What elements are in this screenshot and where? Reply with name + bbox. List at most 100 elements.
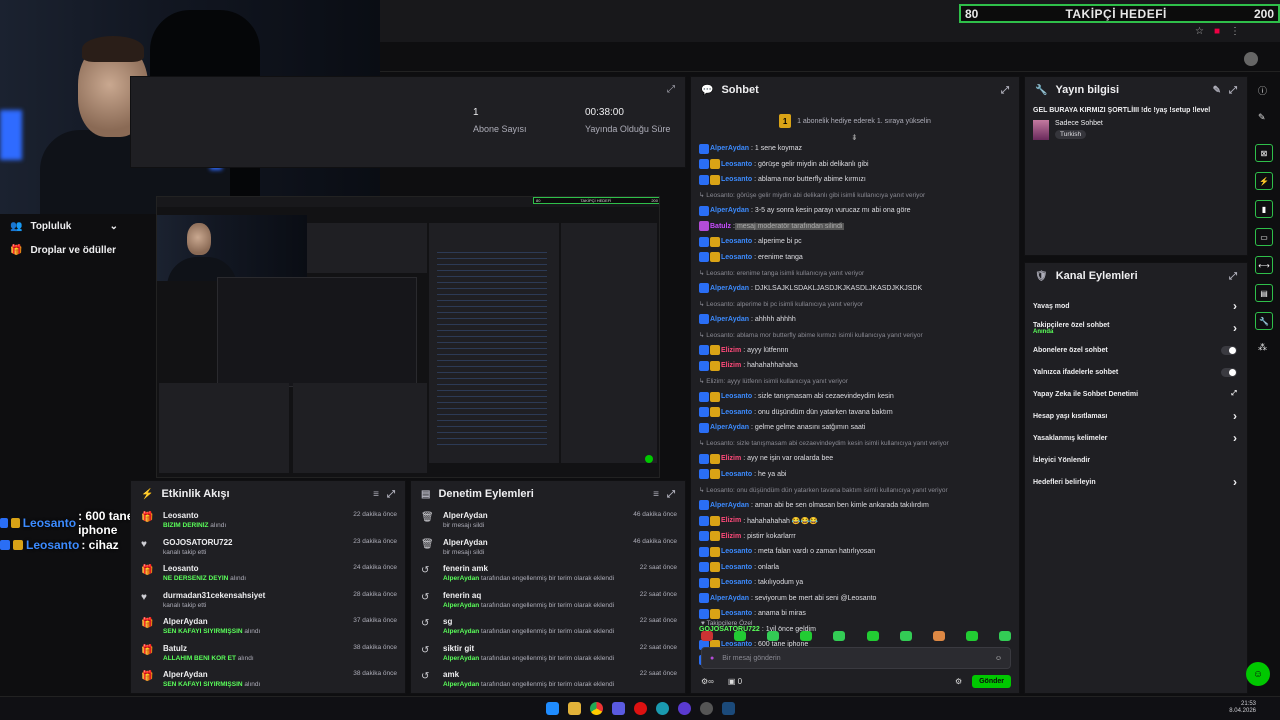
chat-username[interactable]: Leosanto: [721, 409, 752, 416]
emote-icon[interactable]: [965, 631, 978, 641]
chat-input[interactable]: ● Bir mesaj gönderin ☺: [701, 647, 1011, 669]
chat-message[interactable]: Elizim: hahahahahah 😂😂😂: [699, 513, 1013, 529]
channel-action-row[interactable]: Yavaş mod ›: [1025, 295, 1247, 317]
add-icon[interactable]: ⁂: [1258, 342, 1267, 353]
chat-username[interactable]: Elizim: [721, 347, 741, 354]
chevron-right-icon[interactable]: ›: [1233, 299, 1237, 313]
windows-start-icon[interactable]: [546, 702, 559, 715]
chat-message[interactable]: Leosanto: erenime tanga: [699, 250, 1013, 266]
rail-button-3[interactable]: ▮: [1255, 200, 1273, 218]
emote-icon[interactable]: [899, 631, 912, 641]
pinned-gift-banner[interactable]: 1 1 abonelik hediye ederek 1. sıraya yük…: [701, 109, 1009, 133]
emote-icon[interactable]: [932, 631, 945, 641]
toggle-switch[interactable]: [1221, 367, 1237, 377]
chat-username[interactable]: Leosanto: [721, 254, 752, 261]
chat-message[interactable]: AlperAydan: seviyorum be mert abi seni @…: [699, 591, 1013, 607]
chrome-icon[interactable]: [590, 702, 603, 715]
external-link-icon[interactable]: ⤢: [1231, 390, 1237, 398]
chat-message[interactable]: Leosanto: alperime bi pc: [699, 234, 1013, 250]
edge-icon[interactable]: [656, 702, 669, 715]
chat-message[interactable]: Leosanto: he ya abi: [699, 467, 1013, 483]
chat-message[interactable]: Leosanto: meta falan vardı o zaman hatır…: [699, 544, 1013, 560]
chat-settings-icon[interactable]: ⚙∞: [701, 677, 714, 686]
star-icon[interactable]: ☆: [1195, 26, 1204, 37]
chat-message[interactable]: Elizim: ayyy lütfennn: [699, 343, 1013, 359]
mod-row[interactable]: 🗑 AlperAydan bir mesajı sildi 46 dakika önc…: [411, 507, 685, 534]
chevron-right-icon[interactable]: ›: [1233, 409, 1237, 423]
channel-action-row[interactable]: Abonelere özel sohbet: [1025, 339, 1247, 361]
chat-username[interactable]: Elizim: [721, 517, 741, 524]
mod-row[interactable]: ↺ fenerin amk AlperAydan tarafından engell…: [411, 560, 685, 587]
chat-username[interactable]: AlperAydan: [710, 502, 749, 509]
chat-message[interactable]: AlperAydan: aman abi be sen olmasan ben …: [699, 498, 1013, 514]
chat-message[interactable]: AlperAydan: DJKLSAJKLSDAKLJASDJKJKASDLJK…: [699, 281, 1013, 297]
emote-icon[interactable]: [866, 631, 879, 641]
popout-icon[interactable]: ⤢: [387, 489, 395, 500]
emoji-icon[interactable]: ☺: [995, 655, 1002, 662]
chat-message[interactable]: Elizim: hahahahhahaha: [699, 358, 1013, 374]
pencil-icon[interactable]: ✎: [1258, 112, 1266, 123]
chat-username[interactable]: Leosanto: [721, 393, 752, 400]
popout-icon[interactable]: ⤢: [1229, 85, 1237, 96]
chat-username[interactable]: AlperAydan: [710, 145, 749, 152]
chat-message[interactable]: Leosanto: onu düşündüm dün yatarken tava…: [699, 405, 1013, 421]
channel-action-row[interactable]: Hesap yaşı kısıtlaması ›: [1025, 405, 1247, 427]
feed-row[interactable]: ♥ durmadan31cekensahsiyet kanalı takip ett…: [131, 587, 405, 614]
chat-message[interactable]: AlperAydan: gelme gelme anasını satğımın…: [699, 420, 1013, 436]
emote-icon[interactable]: [701, 631, 713, 641]
feed-row[interactable]: 🎁 Batulz ALLAHIM BENİ KÖR ET alındı 38 daki…: [131, 640, 405, 667]
popout-icon[interactable]: ⤢: [667, 84, 675, 95]
chat-username[interactable]: AlperAydan: [710, 595, 749, 602]
chat-username[interactable]: Leosanto: [721, 579, 752, 586]
emote-icon[interactable]: [833, 631, 846, 641]
chat-username[interactable]: AlperAydan: [710, 316, 749, 323]
mod-row[interactable]: ↺ fenerin aq AlperAydan tarafından engelle…: [411, 587, 685, 614]
chat-username[interactable]: Elizim: [721, 533, 741, 540]
edit-icon[interactable]: ✎: [1213, 85, 1221, 96]
file-explorer-icon[interactable]: [568, 702, 581, 715]
emote-icon[interactable]: [734, 631, 747, 641]
chat-username[interactable]: AlperAydan: [710, 424, 749, 431]
feed-row[interactable]: 🎁 Leosanto BİZİM DERİNİZ alındı 22 dakika ö…: [131, 507, 405, 534]
rail-button-6[interactable]: ▤: [1255, 284, 1273, 302]
gear-icon[interactable]: ⚙: [955, 677, 962, 686]
feed-row[interactable]: 🎁 AlperAydan SEN KAFAYI SIYIRMIŞSIN alındı…: [131, 666, 405, 693]
emote-icon[interactable]: [767, 631, 780, 641]
rail-button-2[interactable]: ⚡: [1255, 172, 1273, 190]
chevron-right-icon[interactable]: ›: [1233, 321, 1237, 335]
chat-message[interactable]: Elizim: pistirr kokarlarrr: [699, 529, 1013, 545]
chat-username[interactable]: Elizim: [721, 362, 741, 369]
chat-message[interactable]: Batulz:mesaj moderatör tarafından silind…: [699, 219, 1013, 235]
chat-message[interactable]: Leosanto: onlarla: [699, 560, 1013, 576]
chat-username[interactable]: Leosanto: [721, 564, 752, 571]
steam-icon[interactable]: [722, 702, 735, 715]
toggle-switch[interactable]: [1221, 345, 1237, 355]
chat-username[interactable]: Leosanto: [721, 161, 752, 168]
app-icon-2[interactable]: [700, 702, 713, 715]
chevron-right-icon[interactable]: ›: [1233, 431, 1237, 445]
mod-row[interactable]: ↺ amk AlperAydan tarafından engellenmiş bi…: [411, 666, 685, 693]
extension-icon[interactable]: ■: [1214, 26, 1220, 37]
chat-message[interactable]: Leosanto: sizle tanışmasam abi cezaevind…: [699, 389, 1013, 405]
chat-message[interactable]: Elizim: ayy ne işin var oralarda bee: [699, 451, 1013, 467]
profile-avatar[interactable]: [1244, 52, 1258, 66]
chat-username[interactable]: Elizim: [721, 455, 741, 462]
obs-icon[interactable]: [678, 702, 691, 715]
channel-action-row[interactable]: Yapay Zeka ile Sohbet Denetimi ⤢: [1025, 383, 1247, 405]
chat-message[interactable]: Leosanto: ablama mor butterfly abime kır…: [699, 172, 1013, 188]
popout-icon[interactable]: ⤢: [1229, 271, 1237, 282]
chat-username[interactable]: Leosanto: [721, 471, 752, 478]
channel-action-row[interactable]: Yasaklanmış kelimeler ›: [1025, 427, 1247, 449]
chat-message[interactable]: AlperAydan: 3-5 ay sonra kesin parayı vu…: [699, 203, 1013, 219]
rail-button-7[interactable]: 🔧: [1255, 312, 1273, 330]
rail-button-1[interactable]: ⊠: [1255, 144, 1273, 162]
app-icon[interactable]: [612, 702, 625, 715]
feed-row[interactable]: ♥ GOJOSATORU722 kanalı takip etti 23 dakika…: [131, 534, 405, 561]
channel-action-row[interactable]: Yalnızca ifadelerle sohbet: [1025, 361, 1247, 383]
feed-row[interactable]: 🎁 Leosanto NE DERSENİZ DEYİN alındı 24 daki…: [131, 560, 405, 587]
mic-icon[interactable]: ●: [710, 655, 714, 662]
mod-row[interactable]: ↺ sg AlperAydan tarafından engellenmiş bir…: [411, 613, 685, 640]
opera-icon[interactable]: [634, 702, 647, 715]
mod-row[interactable]: 🗑 AlperAydan bir mesajı sildi 46 dakika önc…: [411, 534, 685, 561]
chevron-right-icon[interactable]: ›: [1233, 475, 1237, 489]
